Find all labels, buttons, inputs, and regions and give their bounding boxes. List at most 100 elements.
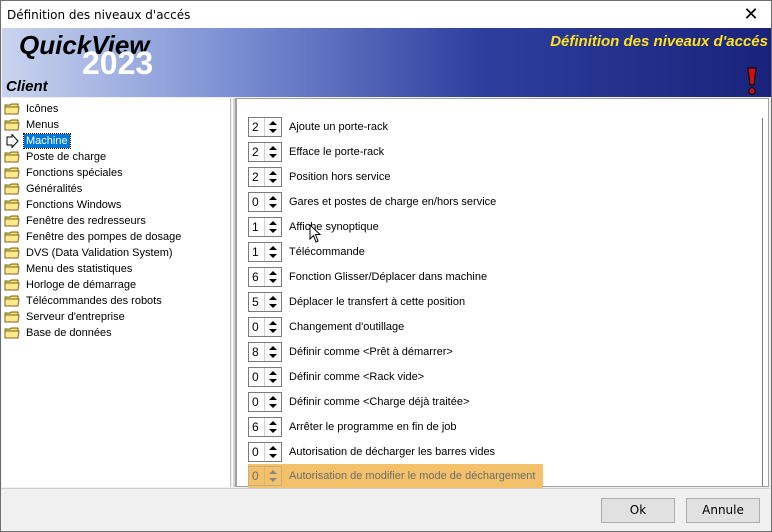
- spin-down-icon[interactable]: [269, 154, 277, 158]
- level-value[interactable]: 2: [249, 143, 264, 161]
- spin-down-icon[interactable]: [269, 254, 277, 258]
- spin-down-icon[interactable]: [269, 429, 277, 433]
- spinner-buttons[interactable]: [264, 143, 281, 161]
- spinner-buttons[interactable]: [264, 268, 281, 286]
- spin-up-icon[interactable]: [269, 421, 277, 425]
- level-spinner[interactable]: 0: [248, 192, 282, 212]
- spinner-buttons[interactable]: [264, 368, 281, 386]
- tree-item[interactable]: Menus: [4, 117, 61, 133]
- spinner-buttons[interactable]: [264, 393, 281, 411]
- category-tree[interactable]: Icônes Menus Machine Poste de charge Fonctio…: [2, 98, 231, 487]
- spin-down-icon[interactable]: [269, 229, 277, 233]
- spinner-buttons[interactable]: [264, 443, 281, 461]
- tree-item[interactable]: Horloge de démarrage: [4, 277, 138, 293]
- close-icon[interactable]: ✕: [731, 1, 771, 28]
- level-spinner[interactable]: 1: [248, 242, 282, 262]
- scrollbar[interactable]: [762, 118, 763, 486]
- spin-down-icon[interactable]: [269, 454, 277, 458]
- tree-item[interactable]: Machine: [4, 133, 71, 149]
- spinner-buttons[interactable]: [264, 418, 281, 436]
- level-value[interactable]: 0: [249, 318, 264, 336]
- level-spinner[interactable]: 6: [248, 417, 282, 437]
- spin-up-icon[interactable]: [269, 296, 277, 300]
- level-value[interactable]: 6: [249, 268, 264, 286]
- spin-down-icon[interactable]: [269, 279, 277, 283]
- spin-up-icon[interactable]: [269, 221, 277, 225]
- level-spinner[interactable]: 2: [248, 142, 282, 162]
- tree-item[interactable]: Icônes: [4, 101, 60, 117]
- level-value[interactable]: 8: [249, 343, 264, 361]
- tree-item[interactable]: DVS (Data Validation System): [4, 245, 175, 261]
- level-value[interactable]: 0: [249, 443, 264, 461]
- level-spinner[interactable]: 1: [248, 217, 282, 237]
- ok-button[interactable]: Ok: [601, 498, 675, 523]
- spinner-buttons[interactable]: [264, 193, 281, 211]
- level-spinner[interactable]: 8: [248, 342, 282, 362]
- level-value[interactable]: 0: [249, 193, 264, 211]
- tree-item[interactable]: Généralités: [4, 181, 84, 197]
- level-spinner[interactable]: 0: [248, 442, 282, 462]
- spin-up-icon[interactable]: [269, 246, 277, 250]
- tree-item[interactable]: Fenêtre des redresseurs: [4, 213, 148, 229]
- level-value[interactable]: 5: [249, 293, 264, 311]
- folder-icon: [4, 246, 20, 260]
- level-spinner[interactable]: 0: [248, 392, 282, 412]
- spin-up-icon[interactable]: [269, 196, 277, 200]
- spin-down-icon[interactable]: [269, 329, 277, 333]
- spin-down-icon[interactable]: [269, 379, 277, 383]
- tree-item[interactable]: Base de données: [4, 325, 114, 341]
- level-value[interactable]: 0: [249, 393, 264, 411]
- spin-up-icon[interactable]: [269, 446, 277, 450]
- level-value[interactable]: 6: [249, 418, 264, 436]
- spin-up-icon[interactable]: [269, 321, 277, 325]
- level-value[interactable]: 1: [249, 218, 264, 236]
- spinner-buttons[interactable]: [264, 343, 281, 361]
- spin-up-icon[interactable]: [269, 371, 277, 375]
- tree-item[interactable]: Fenêtre des pompes de dosage: [4, 229, 183, 245]
- spin-up-icon[interactable]: [269, 171, 277, 175]
- tree-item[interactable]: Serveur d'entreprise: [4, 309, 127, 325]
- level-value[interactable]: 0: [249, 368, 264, 386]
- level-spinner[interactable]: 6: [248, 267, 282, 287]
- spinner-buttons[interactable]: [264, 168, 281, 186]
- spin-up-icon[interactable]: [269, 121, 277, 125]
- level-value[interactable]: 0: [249, 467, 264, 485]
- level-spinner[interactable]: 2: [248, 117, 282, 137]
- spin-down-icon[interactable]: [269, 179, 277, 183]
- spin-down-icon[interactable]: [269, 404, 277, 408]
- access-right-row: 0 Définir comme <Rack vide>: [248, 366, 424, 388]
- tree-item-label: Horloge de démarrage: [26, 279, 137, 291]
- level-spinner[interactable]: 0: [248, 466, 282, 486]
- tree-item[interactable]: Fonctions Windows: [4, 197, 123, 213]
- spin-down-icon[interactable]: [269, 204, 277, 208]
- level-spinner[interactable]: 0: [248, 367, 282, 387]
- spin-down-icon[interactable]: [269, 129, 277, 133]
- level-spinner[interactable]: 0: [248, 317, 282, 337]
- spinner-buttons[interactable]: [264, 293, 281, 311]
- level-value[interactable]: 1: [249, 243, 264, 261]
- level-value[interactable]: 2: [249, 168, 264, 186]
- cancel-button[interactable]: Annule: [686, 498, 760, 523]
- spinner-buttons[interactable]: [264, 318, 281, 336]
- spin-down-icon[interactable]: [269, 354, 277, 358]
- access-right-label: Efface le porte-rack: [289, 146, 385, 158]
- tree-item[interactable]: Télécommandes des robots: [4, 293, 164, 309]
- level-value[interactable]: 2: [249, 118, 264, 136]
- spin-down-icon[interactable]: [269, 478, 277, 482]
- spin-up-icon[interactable]: [269, 271, 277, 275]
- spinner-buttons[interactable]: [264, 467, 281, 485]
- tree-item[interactable]: Poste de charge: [4, 149, 108, 165]
- access-right-label: Autorisation de décharger les barres vid…: [289, 446, 496, 458]
- spin-down-icon[interactable]: [269, 304, 277, 308]
- spin-up-icon[interactable]: [269, 346, 277, 350]
- level-spinner[interactable]: 2: [248, 167, 282, 187]
- spinner-buttons[interactable]: [264, 218, 281, 236]
- tree-item[interactable]: Menu des statistiques: [4, 261, 134, 277]
- spinner-buttons[interactable]: [264, 118, 281, 136]
- spin-up-icon[interactable]: [269, 146, 277, 150]
- spin-up-icon[interactable]: [269, 396, 277, 400]
- spinner-buttons[interactable]: [264, 243, 281, 261]
- tree-item[interactable]: Fonctions spéciales: [4, 165, 125, 181]
- spin-up-icon[interactable]: [269, 470, 277, 474]
- level-spinner[interactable]: 5: [248, 292, 282, 312]
